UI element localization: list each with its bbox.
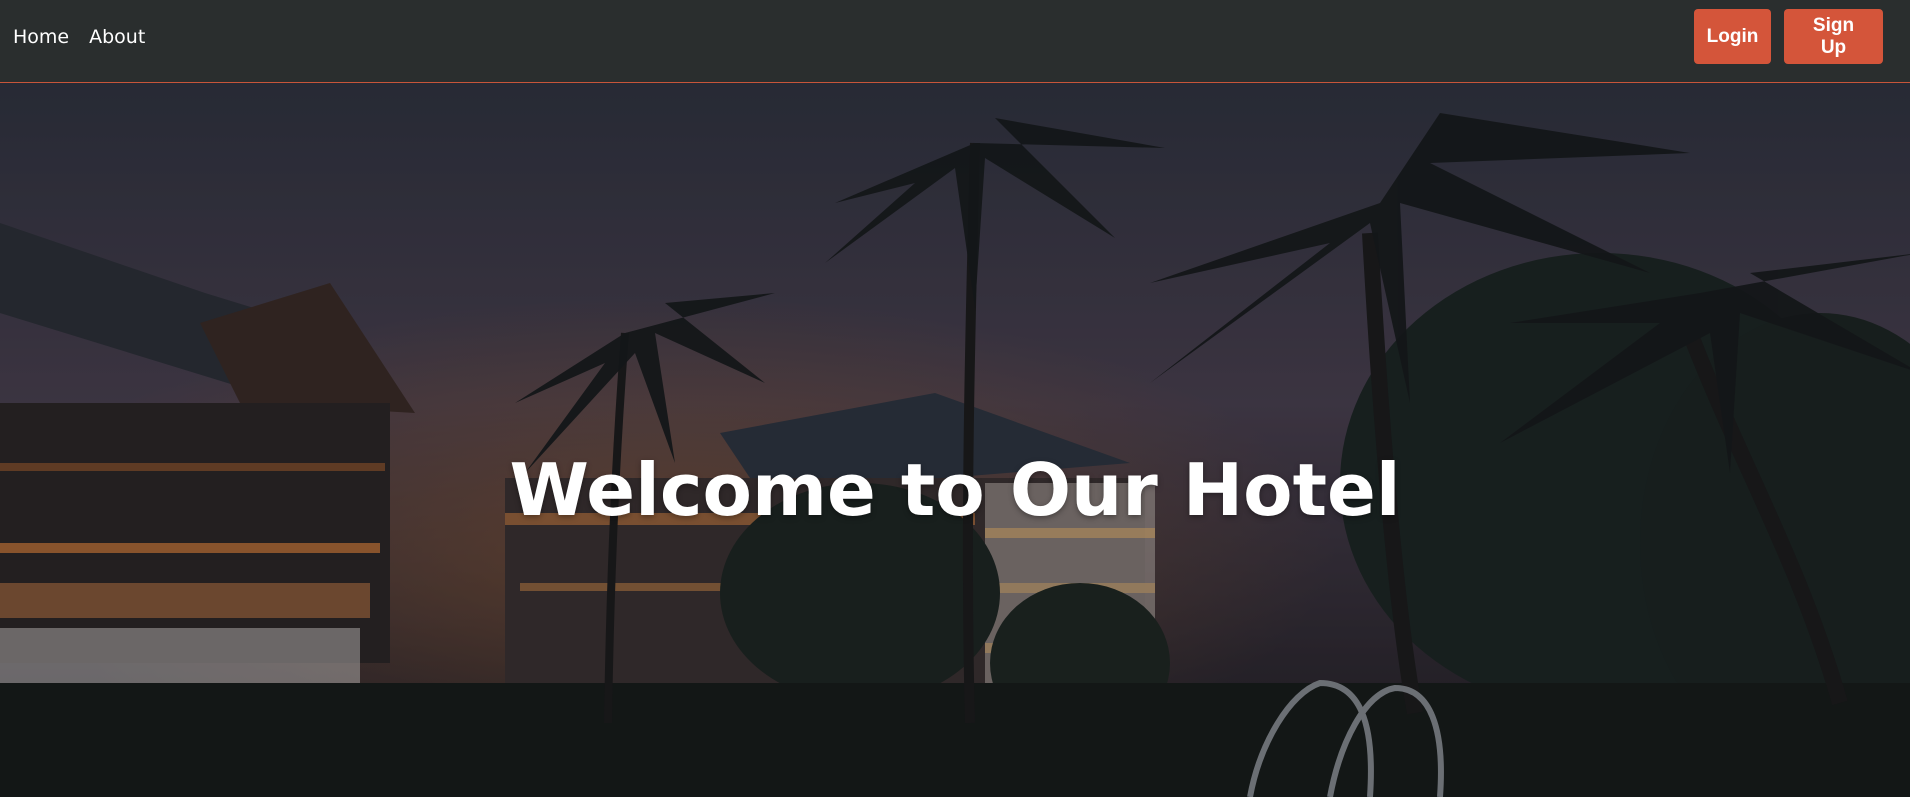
hero-title: Welcome to Our Hotel [509,448,1401,532]
hero-banner: Welcome to Our Hotel [0,83,1910,797]
nav-link-about[interactable]: About [89,26,145,48]
nav-links: Home About [13,0,145,74]
nav-link-home[interactable]: Home [13,26,69,48]
login-button[interactable]: Login [1694,9,1771,64]
hero-background-image [0,83,1910,797]
sign-up-button[interactable]: Sign Up [1784,9,1883,64]
top-navbar: Home About Login Sign Up [0,0,1910,83]
nav-actions: Login Sign Up [1694,9,1883,64]
hero-overlay [0,83,1910,797]
